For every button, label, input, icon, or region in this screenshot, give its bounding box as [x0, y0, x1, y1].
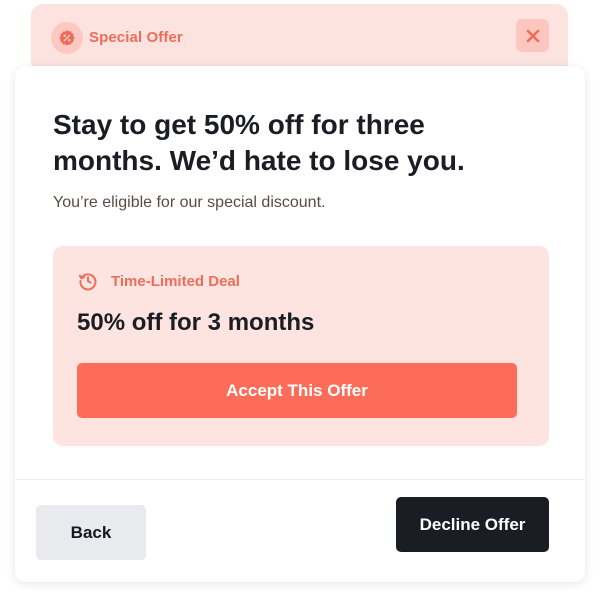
page-title: Stay to get 50% off for three months. We…	[53, 109, 465, 176]
deal-title: 50% off for 3 months	[77, 309, 315, 336]
eligibility-text: You’re eligible for our special discount…	[53, 194, 326, 211]
offer-header-title: Special Offer	[89, 29, 183, 46]
back-button[interactable]: Back	[36, 505, 146, 560]
deal-label: Time-Limited Deal	[111, 272, 240, 290]
offer-card: Stay to get 50% off for three months. We…	[15, 66, 585, 582]
offer-header: Special Offer	[31, 4, 568, 74]
deal-label-row: Time-Limited Deal	[77, 270, 240, 292]
close-button[interactable]	[516, 19, 549, 52]
accept-offer-button[interactable]: Accept This Offer	[77, 363, 517, 418]
deal-panel: Time-Limited Deal 50% off for 3 months A…	[53, 246, 549, 446]
close-icon	[526, 29, 539, 42]
decline-offer-button[interactable]: Decline Offer	[396, 497, 549, 552]
timer-icon	[77, 270, 99, 292]
retention-offer-modal: Special Offer Stay to get 50% off for th…	[0, 0, 600, 608]
footer-divider	[15, 479, 585, 480]
percent-badge-icon	[51, 22, 83, 54]
